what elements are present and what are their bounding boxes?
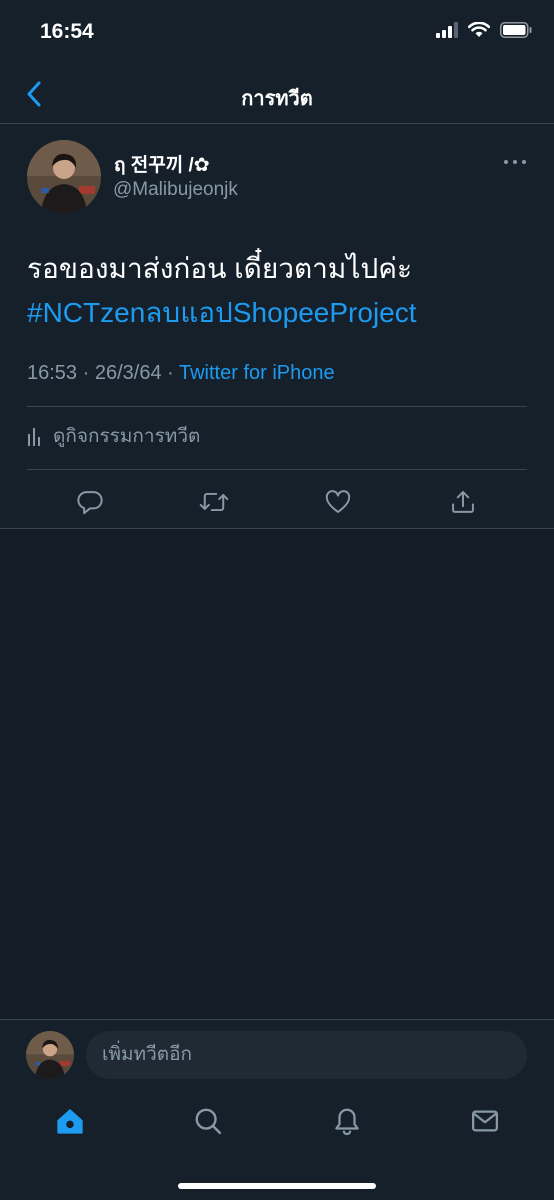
avatar-image <box>27 140 101 214</box>
reply-icon <box>77 491 103 515</box>
display-name[interactable]: ฤ 전꾸끼 /✿ <box>114 150 210 180</box>
home-icon <box>57 1109 83 1134</box>
home-indicator[interactable] <box>178 1183 376 1189</box>
share-button[interactable] <box>445 484 481 520</box>
tab-search[interactable] <box>186 1099 230 1143</box>
tweet-activity-link[interactable]: ดูกิจกรรมการทวีต <box>27 419 200 453</box>
tweet-detail: ฤ 전꾸끼 /✿ @Malibujeonjk รอของมาส่งก่อน เด… <box>0 124 554 529</box>
status-bar: 16:54 <box>0 0 554 66</box>
avatar[interactable] <box>27 140 101 214</box>
avatar-image <box>26 1031 74 1079</box>
tweet-meta: 16:53 · 26/3/64 · Twitter for iPhone <box>27 362 335 385</box>
nav-header: การทวีต <box>0 66 554 124</box>
status-icons <box>436 22 532 38</box>
avatar[interactable] <box>26 1031 74 1079</box>
tab-notifications[interactable] <box>325 1099 369 1143</box>
tweet-text: รอของมาส่งก่อน เดี๋ยวตามไปค่ะ #NCTzenลบแ… <box>27 247 527 335</box>
bell-icon <box>335 1108 359 1136</box>
tab-messages[interactable] <box>463 1099 507 1143</box>
bar-chart-icon <box>28 428 40 446</box>
reply-input[interactable] <box>86 1031 527 1079</box>
status-time: 16:54 <box>40 20 94 43</box>
wifi-icon <box>468 22 490 37</box>
more-dots-icon <box>522 160 526 164</box>
battery-icon <box>500 22 532 38</box>
signal-icon <box>436 22 458 38</box>
more-dots-icon <box>504 160 508 164</box>
user-handle[interactable]: @Malibujeonjk <box>113 179 238 201</box>
reply-button[interactable] <box>72 484 108 520</box>
meta-separator: · <box>167 362 179 384</box>
retweet-icon <box>199 492 229 512</box>
more-options-button[interactable] <box>504 160 526 164</box>
hashtag-link[interactable]: #NCTzenลบแอปShopeeProject <box>27 291 527 335</box>
more-dots-icon <box>513 160 517 164</box>
share-icon <box>452 491 474 513</box>
activity-label: ดูกิจกรรมการทวีต <box>53 426 201 447</box>
tab-home[interactable] <box>48 1099 92 1143</box>
page-title: การทวีต <box>241 88 313 110</box>
heart-icon <box>325 490 351 513</box>
search-icon <box>195 1108 222 1135</box>
tweet-source-link[interactable]: Twitter for iPhone <box>179 362 335 384</box>
divider <box>27 406 527 407</box>
divider <box>27 469 527 470</box>
reply-composer <box>0 1019 554 1087</box>
tweet-actions <box>0 482 554 522</box>
mail-icon <box>472 1110 498 1132</box>
like-button[interactable] <box>320 484 356 520</box>
retweet-button[interactable] <box>196 484 232 520</box>
tweet-date: 26/3/64 <box>94 362 162 384</box>
tweet-time: 16:53 <box>27 362 78 384</box>
tweet-body: รอของมาส่งก่อน เดี๋ยวตามไปค่ะ <box>27 253 412 284</box>
meta-separator: · <box>82 362 95 384</box>
